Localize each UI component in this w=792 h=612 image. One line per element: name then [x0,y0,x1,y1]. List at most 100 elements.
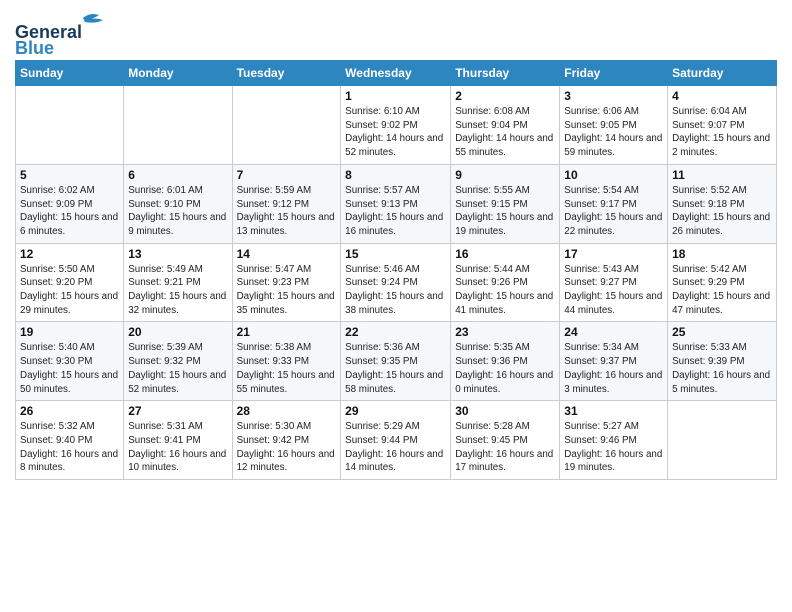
day-info: Sunrise: 5:30 AM Sunset: 9:42 PM Dayligh… [237,420,337,475]
calendar-cell: 29 Sunrise: 5:29 AM Sunset: 9:44 PM Dayli… [341,401,451,480]
day-info: Sunrise: 6:08 AM Sunset: 9:04 PM Dayligh… [455,105,555,160]
day-info: Sunrise: 5:39 AM Sunset: 9:32 PM Dayligh… [128,341,227,396]
calendar-table: SundayMondayTuesdayWednesdayThursdayFrid… [15,60,777,480]
day-info: Sunrise: 5:33 AM Sunset: 9:39 PM Dayligh… [672,341,772,396]
calendar-cell: 18 Sunrise: 5:42 AM Sunset: 9:29 PM Dayli… [668,243,777,322]
day-number: 23 [455,325,555,339]
calendar-header-row: SundayMondayTuesdayWednesdayThursdayFrid… [16,61,777,86]
day-number: 5 [20,168,119,182]
calendar-cell: 16 Sunrise: 5:44 AM Sunset: 9:26 PM Dayli… [451,243,560,322]
calendar-week-row: 5 Sunrise: 6:02 AM Sunset: 9:09 PM Daylig… [16,164,777,243]
day-info: Sunrise: 5:54 AM Sunset: 9:17 PM Dayligh… [564,184,663,239]
day-number: 13 [128,247,227,261]
calendar-cell [124,86,232,165]
day-info: Sunrise: 5:50 AM Sunset: 9:20 PM Dayligh… [20,263,119,318]
day-number: 29 [345,404,446,418]
day-info: Sunrise: 6:10 AM Sunset: 9:02 PM Dayligh… [345,105,446,160]
calendar-cell: 27 Sunrise: 5:31 AM Sunset: 9:41 PM Dayli… [124,401,232,480]
day-info: Sunrise: 5:46 AM Sunset: 9:24 PM Dayligh… [345,263,446,318]
page-header: General Blue [15,10,777,54]
day-number: 20 [128,325,227,339]
calendar-cell: 4 Sunrise: 6:04 AM Sunset: 9:07 PM Daylig… [668,86,777,165]
day-info: Sunrise: 5:44 AM Sunset: 9:26 PM Dayligh… [455,263,555,318]
day-number: 28 [237,404,337,418]
calendar-cell: 15 Sunrise: 5:46 AM Sunset: 9:24 PM Dayli… [341,243,451,322]
day-number: 6 [128,168,227,182]
calendar-cell: 3 Sunrise: 6:06 AM Sunset: 9:05 PM Daylig… [560,86,668,165]
calendar-header-wednesday: Wednesday [341,61,451,86]
day-info: Sunrise: 5:57 AM Sunset: 9:13 PM Dayligh… [345,184,446,239]
day-number: 7 [237,168,337,182]
day-number: 9 [455,168,555,182]
day-number: 14 [237,247,337,261]
calendar-cell: 17Sunrise: 5:43 AM Sunset: 9:27 PM Dayli… [560,243,668,322]
day-info: Sunrise: 5:27 AM Sunset: 9:46 PM Dayligh… [564,420,663,475]
calendar-header-friday: Friday [560,61,668,86]
day-info: Sunrise: 6:02 AM Sunset: 9:09 PM Dayligh… [20,184,119,239]
calendar-cell: 11 Sunrise: 5:52 AM Sunset: 9:18 PM Dayli… [668,164,777,243]
day-info: Sunrise: 5:29 AM Sunset: 9:44 PM Dayligh… [345,420,446,475]
calendar-cell: 14Sunrise: 5:47 AM Sunset: 9:23 PM Dayli… [232,243,341,322]
day-info: Sunrise: 5:35 AM Sunset: 9:36 PM Dayligh… [455,341,555,396]
day-info: Sunrise: 5:38 AM Sunset: 9:33 PM Dayligh… [237,341,337,396]
day-info: Sunrise: 5:36 AM Sunset: 9:35 PM Dayligh… [345,341,446,396]
calendar-cell: 26 Sunrise: 5:32 AM Sunset: 9:40 PM Dayli… [16,401,124,480]
calendar-header-saturday: Saturday [668,61,777,86]
calendar-cell: 25 Sunrise: 5:33 AM Sunset: 9:39 PM Dayli… [668,322,777,401]
day-number: 25 [672,325,772,339]
day-number: 11 [672,168,772,182]
day-info: Sunrise: 5:52 AM Sunset: 9:18 PM Dayligh… [672,184,772,239]
day-number: 26 [20,404,119,418]
day-number: 19 [20,325,119,339]
day-info: Sunrise: 6:04 AM Sunset: 9:07 PM Dayligh… [672,105,772,160]
calendar-cell [232,86,341,165]
calendar-cell: 21 Sunrise: 5:38 AM Sunset: 9:33 PM Dayli… [232,322,341,401]
day-number: 2 [455,89,555,103]
calendar-cell: 22 Sunrise: 5:36 AM Sunset: 9:35 PM Dayli… [341,322,451,401]
calendar-cell: 10Sunrise: 5:54 AM Sunset: 9:17 PM Dayli… [560,164,668,243]
calendar-cell: 7 Sunrise: 5:59 AM Sunset: 9:12 PM Daylig… [232,164,341,243]
day-number: 1 [345,89,446,103]
day-number: 4 [672,89,772,103]
day-info: Sunrise: 5:32 AM Sunset: 9:40 PM Dayligh… [20,420,119,475]
calendar-cell: 28 Sunrise: 5:30 AM Sunset: 9:42 PM Dayli… [232,401,341,480]
day-number: 8 [345,168,446,182]
calendar-cell [668,401,777,480]
day-number: 18 [672,247,772,261]
calendar-cell: 13Sunrise: 5:49 AM Sunset: 9:21 PM Dayli… [124,243,232,322]
calendar-cell: 24Sunrise: 5:34 AM Sunset: 9:37 PM Dayli… [560,322,668,401]
day-number: 27 [128,404,227,418]
day-info: Sunrise: 6:01 AM Sunset: 9:10 PM Dayligh… [128,184,227,239]
calendar-cell: 1 Sunrise: 6:10 AM Sunset: 9:02 PM Daylig… [341,86,451,165]
calendar-header-thursday: Thursday [451,61,560,86]
day-number: 21 [237,325,337,339]
day-number: 12 [20,247,119,261]
day-number: 22 [345,325,446,339]
day-info: Sunrise: 5:43 AM Sunset: 9:27 PM Dayligh… [564,263,663,318]
calendar-cell: 19 Sunrise: 5:40 AM Sunset: 9:30 PM Dayli… [16,322,124,401]
calendar-week-row: 12 Sunrise: 5:50 AM Sunset: 9:20 PM Dayli… [16,243,777,322]
svg-text:Blue: Blue [15,38,54,54]
day-info: Sunrise: 5:31 AM Sunset: 9:41 PM Dayligh… [128,420,227,475]
day-number: 15 [345,247,446,261]
calendar-cell: 9Sunrise: 5:55 AM Sunset: 9:15 PM Daylig… [451,164,560,243]
day-number: 16 [455,247,555,261]
calendar-cell: 2 Sunrise: 6:08 AM Sunset: 9:04 PM Daylig… [451,86,560,165]
calendar-header-sunday: Sunday [16,61,124,86]
calendar-cell: 8 Sunrise: 5:57 AM Sunset: 9:13 PM Daylig… [341,164,451,243]
day-info: Sunrise: 5:59 AM Sunset: 9:12 PM Dayligh… [237,184,337,239]
calendar-cell: 23 Sunrise: 5:35 AM Sunset: 9:36 PM Dayli… [451,322,560,401]
calendar-week-row: 1 Sunrise: 6:10 AM Sunset: 9:02 PM Daylig… [16,86,777,165]
calendar-cell: 12 Sunrise: 5:50 AM Sunset: 9:20 PM Dayli… [16,243,124,322]
day-info: Sunrise: 5:42 AM Sunset: 9:29 PM Dayligh… [672,263,772,318]
day-number: 3 [564,89,663,103]
calendar-header-monday: Monday [124,61,232,86]
calendar-cell [16,86,124,165]
day-info: Sunrise: 5:28 AM Sunset: 9:45 PM Dayligh… [455,420,555,475]
logo-svg: General Blue [15,10,145,54]
calendar-week-row: 26 Sunrise: 5:32 AM Sunset: 9:40 PM Dayli… [16,401,777,480]
calendar-cell: 30 Sunrise: 5:28 AM Sunset: 9:45 PM Dayli… [451,401,560,480]
day-number: 30 [455,404,555,418]
day-info: Sunrise: 6:06 AM Sunset: 9:05 PM Dayligh… [564,105,663,160]
day-info: Sunrise: 5:40 AM Sunset: 9:30 PM Dayligh… [20,341,119,396]
